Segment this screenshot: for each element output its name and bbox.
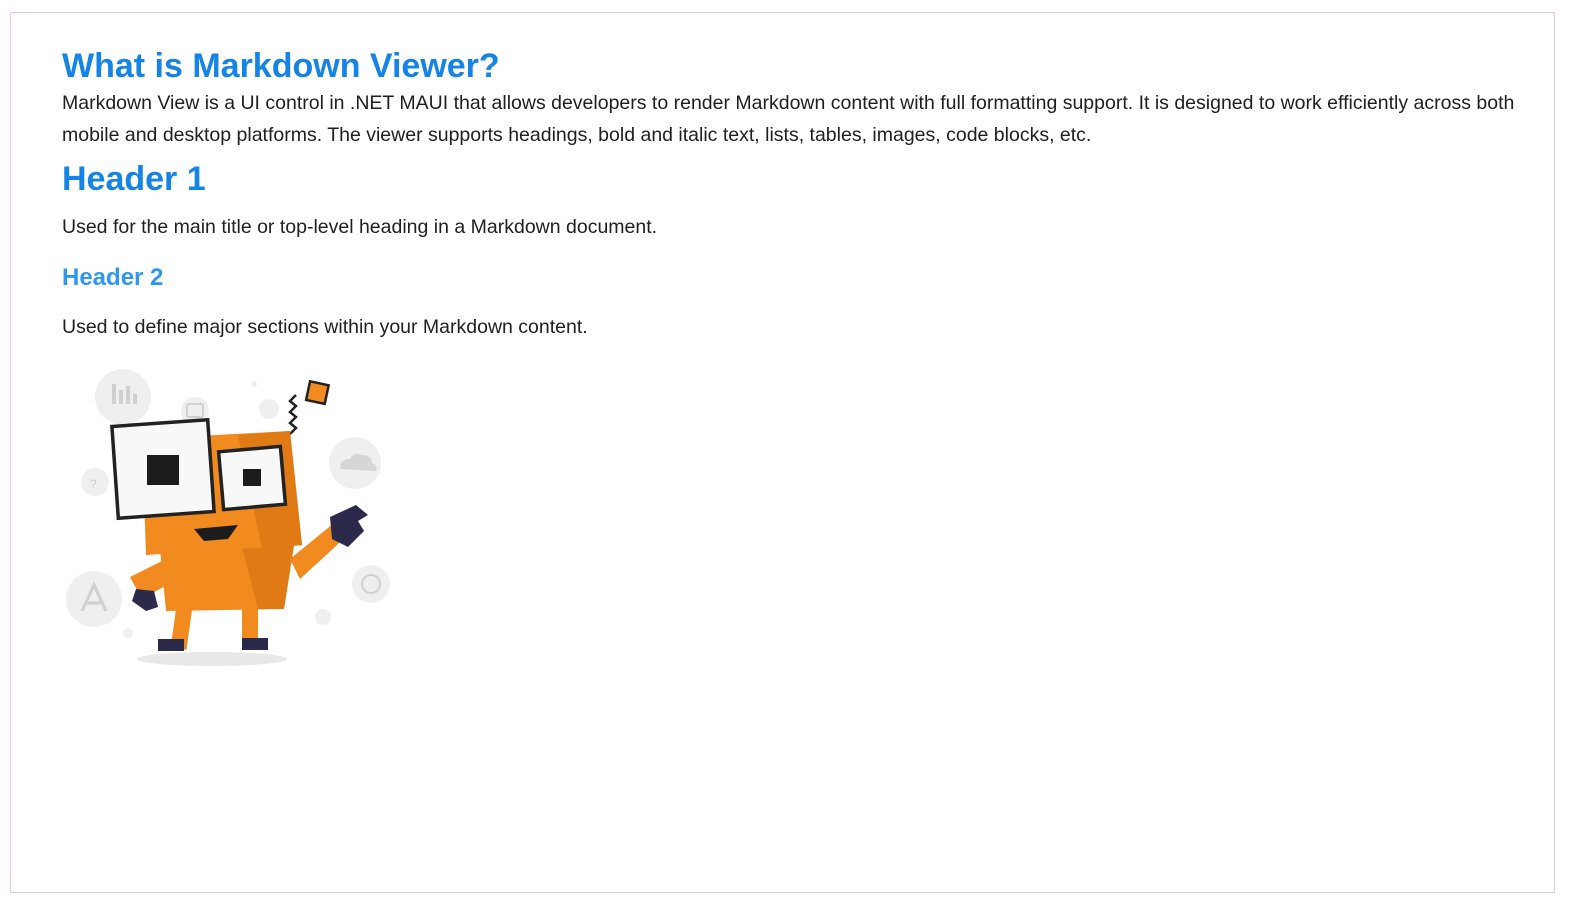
- title-heading: What is Markdown Viewer?: [62, 47, 500, 85]
- robot-mascot-image: ?: [62, 359, 402, 669]
- robot-mascot-illustration-icon: ?: [66, 369, 390, 666]
- header-1-heading: Header 1: [62, 160, 206, 198]
- markdown-content: What is Markdown Viewer? Markdown View i…: [62, 45, 1532, 669]
- svg-text:?: ?: [90, 477, 97, 491]
- header-2-heading: Header 2: [62, 264, 164, 291]
- intro-paragraph: Markdown View is a UI control in .NET MA…: [62, 92, 1515, 146]
- header-2-paragraph: Used to define major sections within you…: [62, 316, 588, 338]
- header-1-paragraph: Used for the main title or top-level hea…: [62, 216, 658, 238]
- markdown-viewer[interactable]: What is Markdown Viewer? Markdown View i…: [10, 12, 1555, 893]
